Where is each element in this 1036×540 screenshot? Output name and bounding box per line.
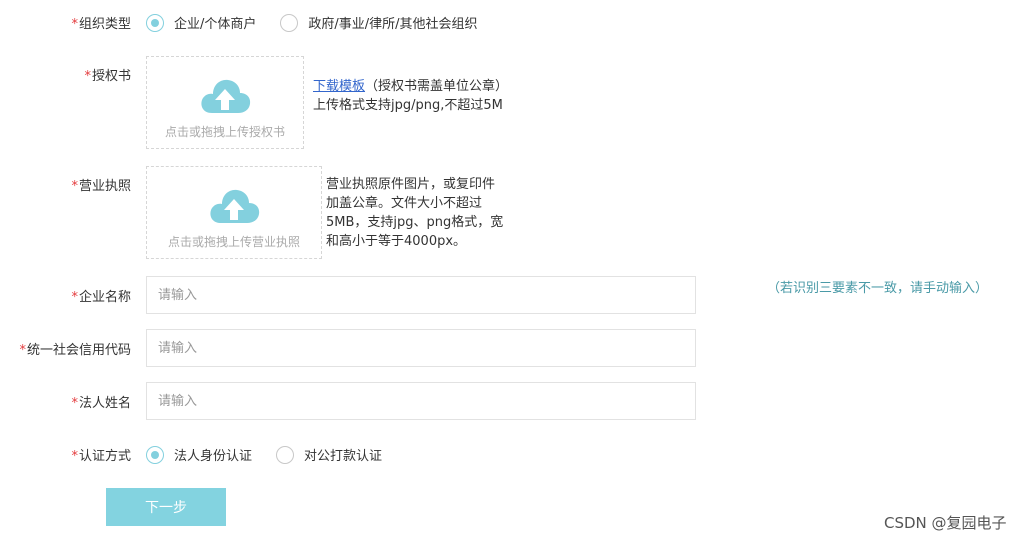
org-type-radio-enterprise[interactable]: 企业/个体商户 — [146, 13, 256, 32]
download-template-link[interactable]: 下载模板 — [313, 79, 365, 94]
next-step-button[interactable]: 下一步 — [106, 488, 226, 526]
company-name-label: *企业名称 — [71, 290, 131, 305]
credit-code-input[interactable] — [146, 329, 696, 367]
company-name-input[interactable] — [146, 276, 696, 314]
radio-checked-icon — [146, 445, 164, 464]
credit-code-label: *统一社会信用代码 — [19, 343, 131, 358]
ocr-hint: （若识别三要素不一致，请手动输入） — [767, 281, 989, 296]
license-note: 营业执照原件图片，或复印件 加盖公章。文件大小不超过 5MB，支持jpg、png… — [326, 177, 504, 249]
org-type-radio-group: 企业/个体商户 政府/事业/律所/其他社会组织 — [146, 13, 502, 32]
radio-checked-icon — [146, 13, 164, 32]
radio-unchecked-icon — [276, 445, 295, 464]
org-type-radio-government[interactable]: 政府/事业/律所/其他社会组织 — [280, 13, 478, 32]
legal-name-label: *法人姓名 — [71, 396, 131, 411]
license-label: *营业执照 — [71, 179, 131, 194]
cloud-upload-icon — [210, 189, 260, 223]
auth-letter-note: 下载模板（授权书需盖单位公章） 上传格式支持jpg/png,不超过5M — [313, 79, 509, 113]
verify-method-radio-group: 法人身份认证 对公打款认证 — [146, 445, 406, 464]
radio-unchecked-icon — [280, 13, 299, 32]
verify-radio-bank-transfer[interactable]: 对公打款认证 — [276, 445, 382, 464]
watermark: CSDN @复园电子 — [884, 514, 1007, 532]
legal-name-input[interactable] — [146, 382, 696, 420]
auth-letter-upload[interactable]: 点击或拖拽上传授权书 — [146, 56, 304, 149]
verify-method-label: *认证方式 — [71, 449, 131, 464]
org-type-label: *组织类型 — [71, 17, 131, 32]
auth-letter-label: *授权书 — [84, 69, 131, 84]
verify-radio-legal-person[interactable]: 法人身份认证 — [146, 445, 252, 464]
cloud-upload-icon — [201, 79, 251, 113]
license-upload[interactable]: 点击或拖拽上传营业执照 — [146, 166, 322, 259]
